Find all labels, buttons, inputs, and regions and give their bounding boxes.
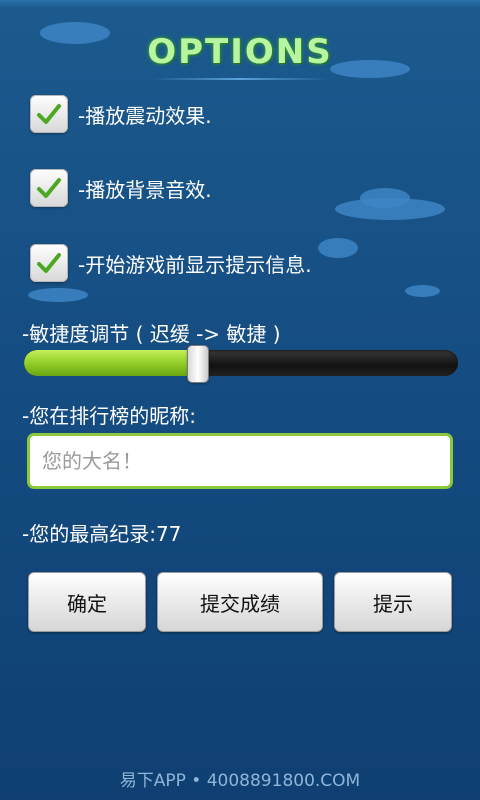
option-background-sound[interactable]: -播放背景音效. (30, 166, 212, 210)
high-score-text: -您的最高纪录:77 (22, 522, 182, 546)
status-bar (0, 0, 480, 8)
nickname-label: -您在排行榜的昵称: (22, 404, 196, 428)
show-hints-label: -开始游戏前显示提示信息. (78, 252, 312, 277)
checkmark-icon (37, 178, 61, 198)
nickname-input[interactable] (27, 433, 453, 489)
option-vibration[interactable]: -播放震动效果. (30, 92, 212, 136)
cloud-decoration (405, 285, 440, 297)
cloud-decoration (318, 238, 358, 258)
title-underline (150, 78, 330, 80)
option-show-hints[interactable]: -开始游戏前显示提示信息. (30, 241, 312, 285)
vibration-label: -播放震动效果. (78, 103, 212, 128)
cloud-decoration (28, 288, 88, 302)
checkmark-icon (37, 253, 61, 273)
footer-watermark: 易下APP • 4008891800.COM (119, 771, 361, 791)
sensitivity-label: -敏捷度调节 ( 迟缓 -> 敏捷 ) (22, 322, 281, 346)
checkmark-icon (37, 104, 61, 124)
show-hints-checkbox[interactable] (30, 244, 68, 282)
vibration-checkbox[interactable] (30, 95, 68, 133)
hint-button[interactable]: 提示 (334, 572, 452, 632)
cloud-decoration (360, 188, 410, 208)
submit-score-button[interactable]: 提交成绩 (157, 572, 323, 632)
sensitivity-slider-fill (24, 350, 204, 376)
background-sound-label: -播放背景音效. (78, 177, 212, 202)
confirm-button[interactable]: 确定 (28, 572, 146, 632)
background-sound-checkbox[interactable] (30, 169, 68, 207)
sensitivity-slider-track[interactable] (24, 350, 458, 376)
sensitivity-slider-thumb[interactable] (188, 346, 208, 382)
page-title: OPTIONS (147, 32, 333, 72)
